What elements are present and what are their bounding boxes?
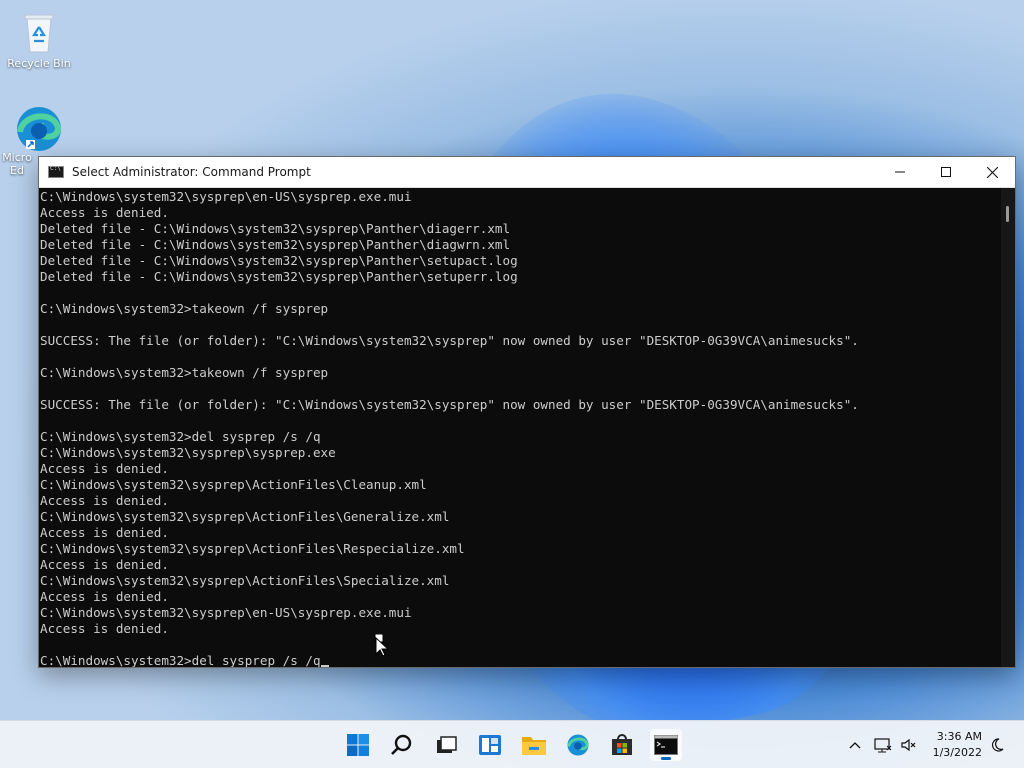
console-line: C:\Windows\system32\sysprep\ActionFiles\… (40, 573, 450, 588)
volume-muted-icon (901, 738, 916, 752)
console-line: SUCCESS: The file (or folder): "C:\Windo… (40, 397, 859, 412)
console-prompt-line[interactable]: C:\Windows\system32>del sysprep /s /q (40, 653, 1001, 667)
minimize-button[interactable] (877, 157, 923, 188)
edge-icon (567, 734, 589, 756)
taskbar-task-view-button[interactable] (430, 729, 462, 761)
console-line: C:\Windows\system32>takeown /f sysprep (40, 301, 329, 316)
console-line: Access is denied. (40, 557, 169, 572)
taskbar-store-button[interactable] (606, 729, 638, 761)
console-line: Access is denied. (40, 589, 169, 604)
desktop-icon-recycle-bin[interactable]: Recycle Bin (4, 10, 74, 70)
console-line: Access is denied. (40, 525, 169, 540)
command-prompt-icon (48, 165, 64, 178)
widgets-icon (479, 735, 501, 755)
vertical-scrollbar[interactable] (1001, 188, 1015, 667)
close-icon (986, 166, 998, 178)
active-app-indicator (661, 757, 671, 760)
tray-overflow-button[interactable] (844, 721, 866, 768)
console-line: Deleted file - C:\Windows\system32\syspr… (40, 221, 511, 236)
maximize-button[interactable] (923, 157, 969, 188)
tray-focus-assist-button[interactable] (986, 721, 1008, 768)
windows-start-icon (347, 734, 369, 756)
command-prompt-window[interactable]: Select Administrator: Command Prompt C:\… (38, 156, 1016, 668)
console-output[interactable]: C:\Windows\system32\sysprep\en-US\syspre… (39, 188, 1001, 667)
chevron-up-icon (849, 742, 861, 749)
window-title: Select Administrator: Command Prompt (72, 165, 311, 179)
console-line: Access is denied. (40, 493, 169, 508)
console-line: C:\Windows\system32\sysprep\ActionFiles\… (40, 541, 465, 556)
desktop-icon-label: Recycle Bin (7, 57, 71, 70)
console-line: C:\Windows\system32\sysprep\ActionFiles\… (40, 509, 450, 524)
console-line: Access is denied. (40, 461, 169, 476)
window-titlebar[interactable]: Select Administrator: Command Prompt (39, 157, 1015, 188)
store-icon (612, 734, 632, 755)
taskbar-edge-button[interactable] (562, 729, 594, 761)
console-line: Access is denied. (40, 621, 169, 636)
close-button[interactable] (969, 157, 1015, 188)
console-line: Deleted file - C:\Windows\system32\syspr… (40, 237, 511, 252)
moon-icon (991, 738, 1004, 752)
minimize-icon (895, 171, 905, 173)
network-icon (874, 738, 892, 753)
console-line: C:\Windows\system32\sysprep\en-US\syspre… (40, 605, 412, 620)
console-line: Deleted file - C:\Windows\system32\syspr… (40, 253, 518, 268)
taskbar-command-prompt-button[interactable] (650, 729, 682, 761)
console-line: C:\Windows\system32\sysprep\ActionFiles\… (40, 477, 427, 492)
console-line: C:\Windows\system32\sysprep\en-US\syspre… (40, 189, 412, 204)
edge-icon (17, 107, 62, 151)
maximize-icon (941, 167, 951, 177)
taskbar-start-button[interactable] (342, 729, 374, 761)
console-line: Deleted file - C:\Windows\system32\syspr… (40, 269, 518, 284)
scrollbar-thumb[interactable] (1006, 206, 1009, 222)
text-cursor (320, 665, 329, 667)
search-icon (391, 734, 412, 755)
console-line: Access is denied. (40, 205, 169, 220)
console-line: SUCCESS: The file (or folder): "C:\Windo… (40, 333, 859, 348)
console-line: C:\Windows\system32>del sysprep /s /q (40, 429, 321, 444)
file-explorer-icon (522, 737, 546, 755)
console-line: C:\Windows\system32>takeown /f sysprep (40, 365, 329, 380)
tray-volume-button[interactable] (898, 721, 920, 768)
taskbar-clock[interactable]: 3:36 AM 1/3/2022 (933, 729, 982, 761)
desktop-icon-label: Micro Ed (2, 151, 32, 177)
console-prompt-text: C:\Windows\system32>del sysprep /s /q (40, 653, 321, 667)
mouse-pointer-icon (374, 634, 390, 656)
taskbar-widgets-button[interactable] (474, 729, 506, 761)
task-view-icon (437, 736, 457, 753)
console-line: C:\Windows\system32\sysprep\sysprep.exe (40, 445, 336, 460)
clock-time: 3:36 AM (936, 730, 982, 743)
taskbar: 3:36 AM 1/3/2022 (0, 720, 1024, 768)
tray-network-button[interactable] (872, 721, 894, 768)
taskbar-search-button[interactable] (386, 729, 418, 761)
command-prompt-icon (654, 735, 678, 755)
taskbar-file-explorer-button[interactable] (518, 729, 550, 761)
recycle-bin-icon (24, 14, 54, 53)
clock-date: 1/3/2022 (932, 746, 982, 759)
